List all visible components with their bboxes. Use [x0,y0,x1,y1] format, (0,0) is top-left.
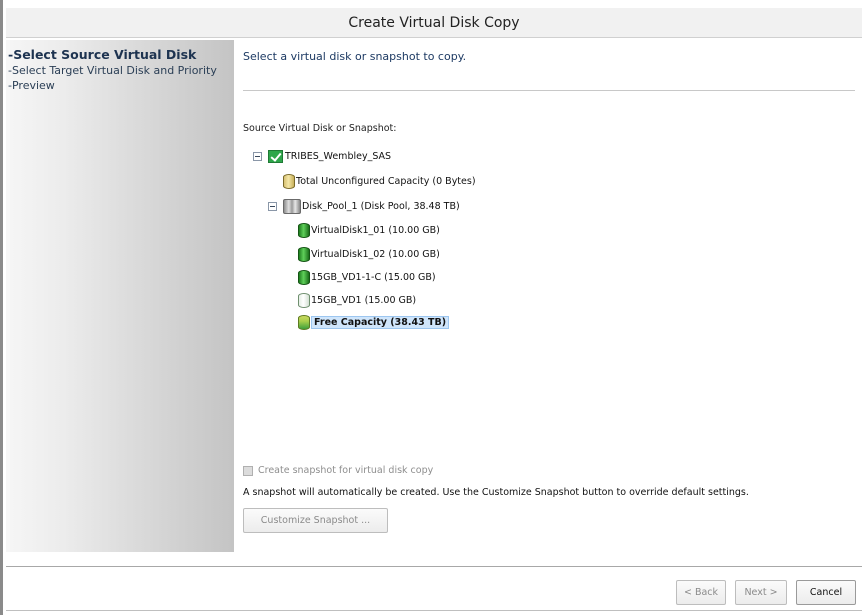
disk-pool-icon [283,198,301,214]
tree-node-unconfigured-capacity[interactable]: Total Unconfigured Capacity (0 Bytes) [283,172,476,190]
tree-node-label: TRIBES_Wembley_SAS [285,150,392,162]
tree-node-virtual-disk[interactable]: VirtualDisk1_01 (10.00 GB) [298,221,440,239]
tree-node-disk-pool[interactable]: Disk_Pool_1 (Disk Pool, 38.48 TB) [268,197,460,215]
tree-node-label: VirtualDisk1_02 (10.00 GB) [311,248,440,260]
virtual-disk-outline-icon [298,292,310,308]
next-button[interactable]: Next > [735,580,787,605]
virtual-disk-green-icon [298,269,310,285]
create-snapshot-option[interactable]: Create snapshot for virtual disk copy [243,465,433,476]
tree-node-label: Disk_Pool_1 (Disk Pool, 38.48 TB) [302,200,460,212]
tree-node-label-selected: Free Capacity (38.43 TB) [311,315,450,329]
create-snapshot-checkbox[interactable] [243,465,253,476]
create-snapshot-label: Create snapshot for virtual disk copy [258,465,434,476]
dialog-title: Create Virtual Disk Copy [6,8,862,38]
snapshot-note: A snapshot will automatically be created… [243,487,749,498]
virtual-disk-green-icon [298,246,310,262]
window-bottom-border [6,610,862,611]
check-icon [268,149,283,163]
tree-label: Source Virtual Disk or Snapshot: [243,123,397,134]
collapse-icon[interactable] [268,201,277,211]
step-preview: -Preview [8,79,55,92]
content-panel: Select a virtual disk or snapshot to cop… [243,40,858,552]
dialog-window: Create Virtual Disk Copy -Select Source … [0,0,862,615]
step-select-target: -Select Target Virtual Disk and Priority [8,64,217,77]
tree-node-label: Total Unconfigured Capacity (0 Bytes) [296,175,476,187]
free-capacity-icon [298,314,310,330]
virtual-disk-green-icon [298,222,310,238]
divider [243,90,855,91]
tree-node-storage-array[interactable]: TRIBES_Wembley_SAS [253,147,391,165]
tree-node-label: 15GB_VD1-1-C (15.00 GB) [311,271,436,283]
back-button[interactable]: < Back [676,580,726,605]
collapse-icon[interactable] [253,151,262,161]
tree-node-virtual-disk[interactable]: 15GB_VD1 (15.00 GB) [298,291,416,309]
customize-snapshot-button[interactable]: Customize Snapshot ... [243,508,388,533]
tree-node-free-capacity[interactable]: Free Capacity (38.43 TB) [298,313,450,331]
footer-divider [6,566,862,567]
tree-node-label: VirtualDisk1_01 (10.00 GB) [311,224,440,236]
window-edge [0,0,3,615]
cylinder-yellow-icon [283,173,295,189]
tree-node-label: 15GB_VD1 (15.00 GB) [311,294,417,306]
wizard-steps-panel: -Select Source Virtual Disk -Select Targ… [6,40,234,552]
cancel-button[interactable]: Cancel [796,580,856,605]
tree-node-virtual-disk[interactable]: 15GB_VD1-1-C (15.00 GB) [298,268,436,286]
instruction-text: Select a virtual disk or snapshot to cop… [243,50,467,63]
tree-node-virtual-disk[interactable]: VirtualDisk1_02 (10.00 GB) [298,245,440,263]
step-select-source: -Select Source Virtual Disk [8,47,197,62]
